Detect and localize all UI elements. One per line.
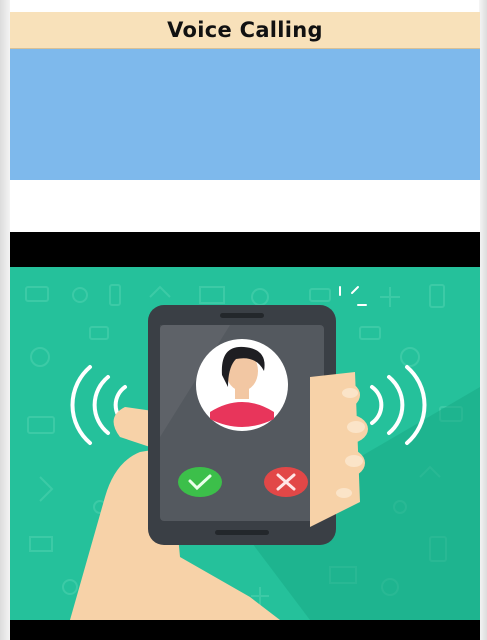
illustration-frame: [10, 232, 480, 640]
left-window-edge: [0, 0, 10, 640]
decline-call-icon: [264, 467, 308, 497]
spacer-area: [10, 180, 480, 232]
page-title: Voice Calling: [167, 18, 323, 42]
banner-panel: [10, 49, 480, 180]
right-window-edge: [479, 0, 487, 640]
incoming-call-illustration: [10, 267, 480, 620]
title-bar: Voice Calling: [10, 12, 480, 49]
caller-avatar: [196, 339, 288, 431]
accept-call-icon: [178, 467, 222, 497]
